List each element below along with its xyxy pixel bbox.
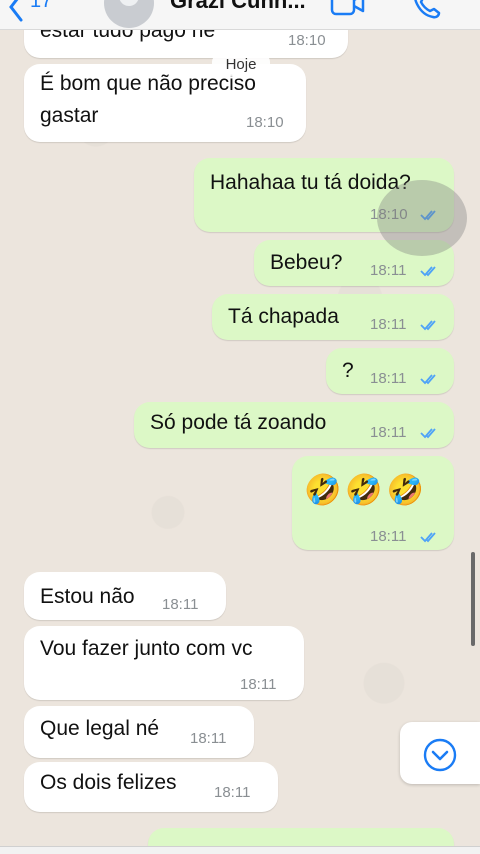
contact-name[interactable]: Grazi Cunh... (170, 0, 306, 14)
message-bubble-incoming[interactable]: Vou fazer junto com vc 18:11 (24, 626, 304, 700)
chat-header: 17 Grazi Cunh... (0, 0, 480, 30)
message-text: Vou fazer junto com vc (40, 637, 253, 660)
message-text: Só pode tá zoando (150, 411, 327, 434)
message-time: 18:11 (370, 262, 407, 279)
emoji-message: 🤣🤣🤣 (304, 474, 429, 507)
message-bubble-outgoing[interactable]: 🤣🤣🤣 18:11 (292, 456, 454, 550)
unread-count[interactable]: 17 (30, 0, 52, 13)
double-check-icon (420, 532, 436, 543)
message-time: 18:10 (246, 114, 284, 131)
message-text-line-2: gastar (40, 104, 99, 127)
message-bubble-outgoing[interactable]: Só pode tá zoando 18:11 (134, 402, 454, 448)
scroll-to-bottom-button[interactable] (400, 722, 480, 784)
message-bubble-incoming[interactable]: Que legal né 18:11 (24, 706, 254, 758)
message-time: 18:11 (370, 424, 407, 441)
message-text: Tá chapada (228, 305, 339, 328)
message-bubble-outgoing[interactable]: ? 18:11 (326, 348, 454, 394)
message-time: 18:10 (288, 32, 326, 49)
message-text: Estou não (40, 585, 135, 608)
double-check-icon (420, 320, 436, 331)
message-bubble-outgoing[interactable]: Tá chapada 18:11 (212, 294, 454, 340)
message-time: 18:11 (190, 730, 227, 747)
message-text: Bebeu? (270, 251, 343, 274)
message-bubble-incoming[interactable]: Estou não 18:11 (24, 572, 226, 620)
input-bar (0, 846, 480, 854)
scrollbar[interactable] (471, 552, 475, 646)
phone-icon[interactable] (412, 0, 442, 25)
message-bubble-incoming[interactable]: Os dois felizes 18:11 (24, 762, 278, 812)
double-check-icon (420, 266, 436, 277)
double-check-icon (420, 428, 436, 439)
double-check-icon (420, 374, 436, 385)
chevron-down-icon (423, 738, 457, 772)
message-text: Hahahaa tu tá doida? (210, 171, 411, 194)
message-time: 18:11 (162, 596, 199, 613)
message-time: 18:11 (370, 316, 407, 333)
video-call-icon[interactable] (330, 0, 366, 25)
message-text: ? (342, 359, 354, 382)
message-text: Que legal né (40, 717, 160, 740)
touch-indicator (377, 180, 467, 256)
day-separator: Hoje (212, 54, 270, 76)
chevron-left-icon[interactable] (6, 0, 26, 27)
message-time: 18:11 (370, 370, 407, 387)
message-time: 18:11 (214, 784, 251, 801)
message-time: 18:11 (240, 676, 277, 693)
message-time: 18:11 (370, 528, 407, 545)
contact-avatar[interactable] (104, 0, 154, 28)
message-text: Os dois felizes (40, 771, 177, 794)
